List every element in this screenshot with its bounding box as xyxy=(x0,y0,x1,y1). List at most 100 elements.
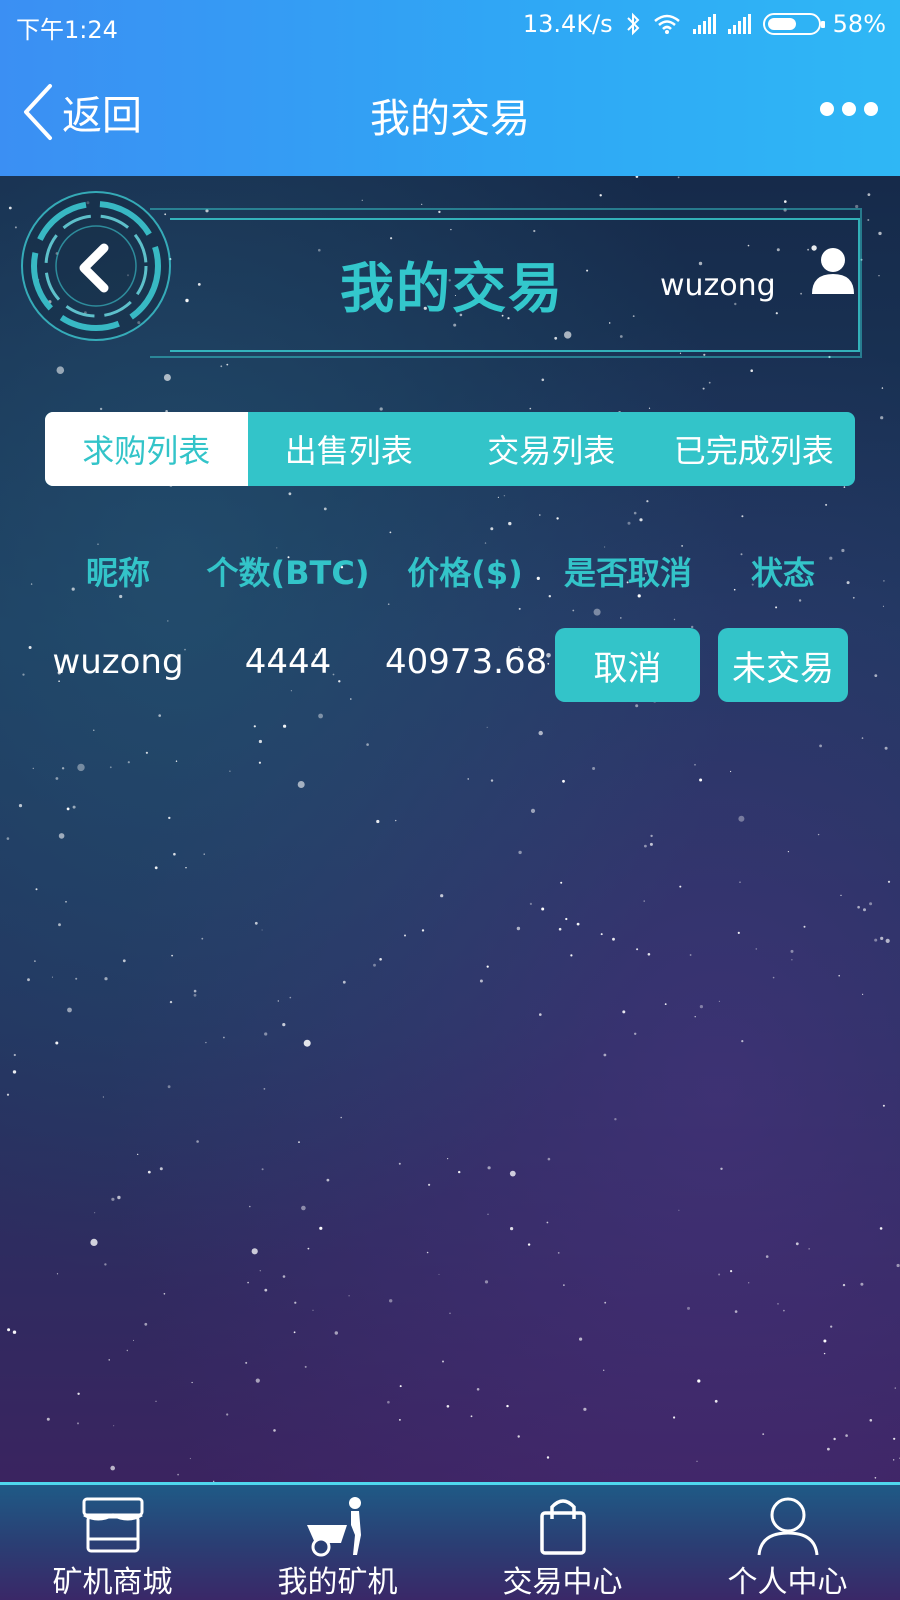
star xyxy=(173,852,176,856)
star xyxy=(765,1255,769,1258)
star xyxy=(147,1170,151,1174)
star xyxy=(66,807,70,811)
chevron-left-icon[interactable] xyxy=(74,242,114,294)
star xyxy=(517,1435,520,1438)
shopping-bag-icon xyxy=(539,1499,586,1555)
hud-title: 我的交易 xyxy=(340,257,564,320)
star xyxy=(58,833,65,839)
star xyxy=(681,545,683,547)
star xyxy=(261,929,263,931)
star xyxy=(169,1000,173,1004)
star xyxy=(189,1457,191,1460)
star xyxy=(565,917,568,921)
star xyxy=(319,1226,323,1230)
star xyxy=(175,760,178,762)
star xyxy=(379,958,382,961)
star xyxy=(340,1116,343,1119)
star xyxy=(245,1361,248,1364)
status-time: 下午1:24 xyxy=(16,16,118,44)
star xyxy=(893,1437,896,1440)
star xyxy=(404,934,406,937)
star xyxy=(446,1405,450,1408)
star xyxy=(755,948,758,950)
star xyxy=(694,763,696,766)
status-icons: 13.4K/s 58% xyxy=(523,10,886,38)
star xyxy=(777,1303,779,1305)
star xyxy=(58,923,61,927)
star xyxy=(193,993,197,997)
star xyxy=(689,954,692,956)
star xyxy=(518,850,522,855)
star xyxy=(894,1387,896,1389)
signal-icon xyxy=(727,14,751,34)
star xyxy=(203,853,205,855)
star xyxy=(34,960,36,962)
signal-icon xyxy=(692,14,716,34)
star xyxy=(620,617,622,619)
star xyxy=(102,1096,104,1098)
star xyxy=(293,1331,296,1334)
star xyxy=(637,594,641,598)
cell-price: 40973.68 xyxy=(385,642,548,682)
status-bar: 下午1:24 13.4K/s 58% xyxy=(0,0,900,52)
star xyxy=(298,1141,300,1143)
star xyxy=(484,542,487,544)
star xyxy=(258,739,262,744)
star xyxy=(111,1197,115,1201)
tab-buy-list[interactable]: 求购列表 xyxy=(45,412,248,486)
nav-item-my-miner[interactable]: 我的矿机 xyxy=(225,1485,450,1600)
column-header-price: 价格($) xyxy=(407,554,523,592)
star xyxy=(438,1273,440,1275)
star xyxy=(119,594,123,599)
star xyxy=(600,933,603,936)
star xyxy=(117,1195,121,1200)
star xyxy=(503,495,506,497)
star xyxy=(303,1039,311,1047)
star xyxy=(283,724,287,728)
star xyxy=(104,977,108,981)
star xyxy=(882,605,884,607)
star xyxy=(558,927,562,931)
star xyxy=(12,1070,17,1074)
status-button[interactable]: 未交易 xyxy=(718,628,848,702)
star xyxy=(273,1429,276,1432)
star xyxy=(75,977,78,980)
star xyxy=(7,1328,11,1332)
tab-sell-list[interactable]: 出售列表 xyxy=(248,412,451,486)
star xyxy=(108,1359,110,1361)
star xyxy=(529,407,532,410)
star xyxy=(261,1168,264,1171)
star xyxy=(664,1003,667,1005)
star xyxy=(699,778,703,782)
star xyxy=(168,816,171,820)
star xyxy=(144,1322,148,1326)
star xyxy=(104,1263,107,1266)
nav-label-trade-center: 交易中心 xyxy=(502,1565,623,1600)
star xyxy=(342,980,346,984)
star xyxy=(191,1381,193,1384)
tab-trade-list[interactable]: 交易列表 xyxy=(450,412,653,486)
star xyxy=(548,595,551,598)
star xyxy=(738,815,745,822)
shop-icon xyxy=(82,1497,143,1553)
star xyxy=(702,387,705,390)
nav-item-shop[interactable]: 矿机商城 xyxy=(0,1485,225,1600)
tab-completed-list[interactable]: 已完成列表 xyxy=(653,412,856,486)
page-title: 我的交易 xyxy=(370,96,530,142)
column-header-cancel: 是否取消 xyxy=(563,554,692,592)
star xyxy=(614,1118,617,1121)
star xyxy=(708,381,711,384)
cancel-button[interactable]: 取消 xyxy=(555,628,700,702)
star xyxy=(874,674,878,677)
more-dots-icon[interactable] xyxy=(820,102,878,116)
star xyxy=(539,1013,542,1016)
star xyxy=(546,1456,550,1459)
user-icon[interactable] xyxy=(810,246,856,296)
star xyxy=(259,1270,261,1272)
nav-item-profile[interactable]: 个人中心 xyxy=(675,1485,900,1600)
star xyxy=(389,531,392,534)
star xyxy=(487,1213,489,1216)
column-header-status: 状态 xyxy=(750,554,815,592)
nav-item-trade-center[interactable]: 交易中心 xyxy=(450,1485,675,1600)
star xyxy=(318,713,323,719)
